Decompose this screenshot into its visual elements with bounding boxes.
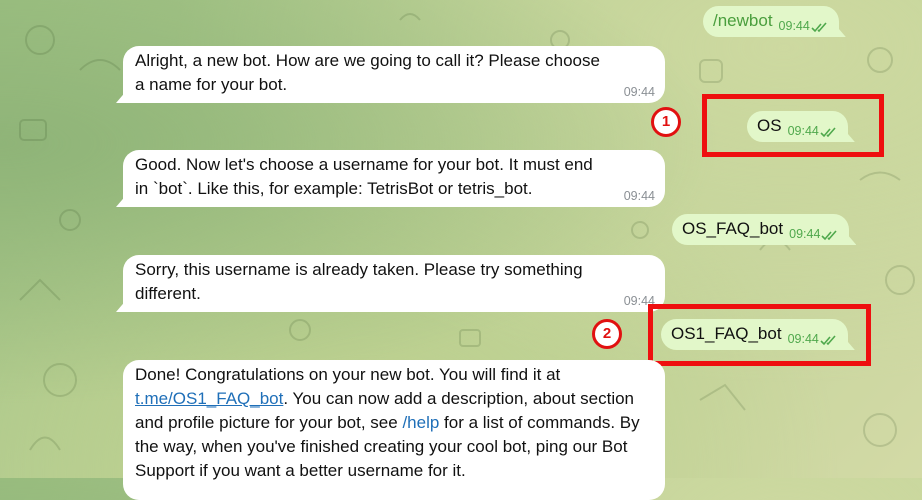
message-text: Alright, a new bot. How are we going to …: [135, 51, 600, 94]
double-check-icon: [820, 335, 836, 346]
double-check-icon: [820, 127, 836, 138]
incoming-message: Alright, a new bot. How are we going to …: [123, 46, 665, 103]
message-text[interactable]: OS1_FAQ_bot: [671, 324, 782, 343]
outgoing-message-os-faq-bot[interactable]: OS_FAQ_bot 09:44: [672, 214, 850, 245]
message-text[interactable]: OS: [757, 116, 782, 135]
message-time: 09:44: [779, 19, 829, 33]
double-check-icon: [811, 22, 827, 33]
message-text: Sorry, this username is already taken. P…: [135, 260, 583, 303]
bot-link[interactable]: t.me/OS1_FAQ_bot: [135, 389, 283, 408]
message-text[interactable]: OS_FAQ_bot: [682, 219, 783, 238]
step-marker-1: 1: [651, 107, 681, 137]
step-marker-2: 2: [592, 319, 622, 349]
message-text-part1: Done! Congratulations on your new bot. Y…: [135, 365, 561, 384]
outgoing-message-os[interactable]: OS 09:44: [747, 111, 848, 142]
message-time: 09:44: [623, 85, 655, 99]
incoming-message-done: Done! Congratulations on your new bot. Y…: [123, 360, 665, 500]
message-time: 09:44: [788, 332, 838, 346]
message-text[interactable]: /newbot: [713, 11, 773, 30]
message-time: 09:44: [788, 124, 838, 138]
outgoing-message-os1-faq-bot[interactable]: OS1_FAQ_bot 09:44: [661, 319, 848, 350]
help-command-link[interactable]: /help: [402, 413, 439, 432]
message-text: Good. Now let's choose a username for yo…: [135, 155, 593, 198]
message-time: 09:44: [623, 189, 655, 203]
message-time: 09:44: [789, 227, 839, 241]
double-check-icon: [821, 230, 838, 241]
incoming-message: Good. Now let's choose a username for yo…: [123, 150, 665, 207]
outgoing-message-newbot[interactable]: /newbot 09:44: [703, 6, 839, 37]
incoming-message: Sorry, this username is already taken. P…: [123, 255, 665, 312]
